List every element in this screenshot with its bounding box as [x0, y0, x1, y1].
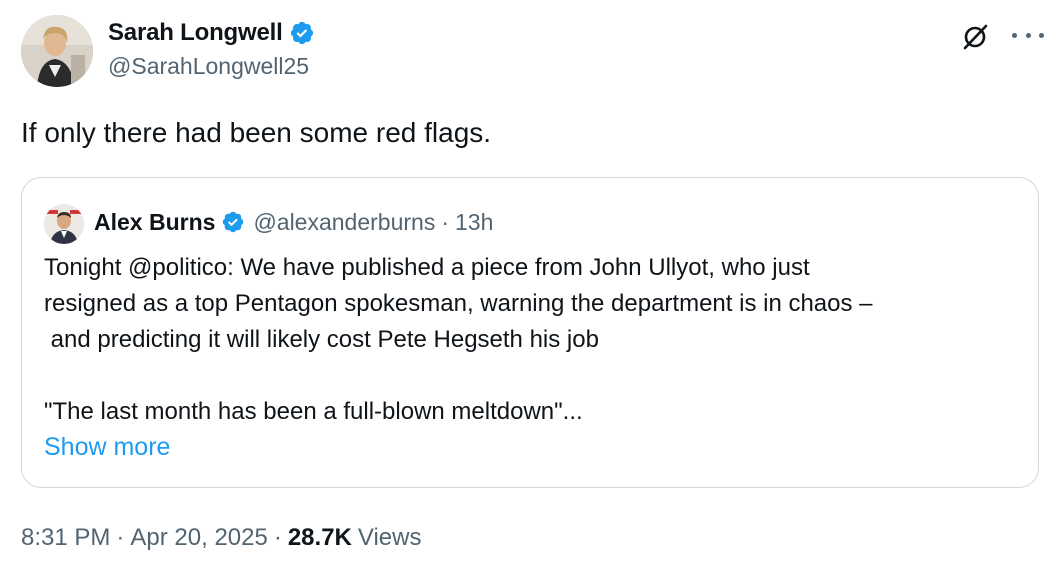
quoted-author-avatar[interactable] [44, 204, 84, 244]
tweet-date[interactable]: Apr 20, 2025 [130, 524, 267, 552]
quoted-tweet-line: Tonight @politico: We have published a p… [44, 254, 810, 281]
quoted-tweet-card[interactable]: Alex Burns @alexanderburns · 13h Tonight… [21, 177, 1039, 488]
quoted-tweet-header: Alex Burns @alexanderburns · 13h [94, 204, 493, 240]
grok-icon[interactable] [958, 20, 992, 54]
more-dot [1039, 32, 1044, 38]
more-dot [1025, 32, 1031, 38]
tweet: Sarah Longwell @SarahLongwell25 If only … [0, 0, 1064, 582]
quoted-author-avatar-image [44, 204, 84, 244]
quoted-tweet-time[interactable]: 13h [455, 209, 493, 236]
show-more-link[interactable]: Show more [44, 429, 170, 465]
more-options-icon[interactable] [1012, 27, 1044, 43]
tweet-text: If only there had been some red flags. [21, 117, 492, 148]
separator-dot: · [116, 524, 125, 551]
author-avatar-image [21, 15, 93, 87]
tweet-time[interactable]: 8:31 PM [21, 524, 110, 552]
verified-badge-icon[interactable] [221, 210, 245, 234]
quoted-author-handle[interactable]: @alexanderburns [253, 209, 435, 236]
verified-badge-icon[interactable] [289, 20, 315, 46]
author-handle[interactable]: @SarahLongwell25 [108, 53, 309, 80]
quoted-tweet-line: resigned as a top Pentagon spokesman, wa… [44, 290, 873, 317]
author-name-row: Sarah Longwell [108, 17, 315, 49]
quoted-tweet-body: Tonight @politico: We have published a p… [44, 250, 1024, 430]
more-dot [1012, 32, 1017, 38]
separator-dot: · [441, 208, 450, 235]
quoted-tweet-line: and predicting it will likely cost Pete … [44, 326, 599, 353]
tweet-metadata: 8:31 PM · Apr 20, 2025 · 28.7K Views [21, 520, 421, 556]
author-name[interactable]: Sarah Longwell [108, 19, 283, 47]
views-label[interactable]: Views [358, 524, 422, 552]
quoted-tweet-line: "The last month has been a full-blown me… [44, 398, 583, 425]
views-count[interactable]: 28.7K [288, 524, 352, 552]
quoted-author-name[interactable]: Alex Burns [94, 209, 215, 236]
author-avatar[interactable] [21, 15, 93, 87]
separator-dot: · [273, 524, 282, 551]
